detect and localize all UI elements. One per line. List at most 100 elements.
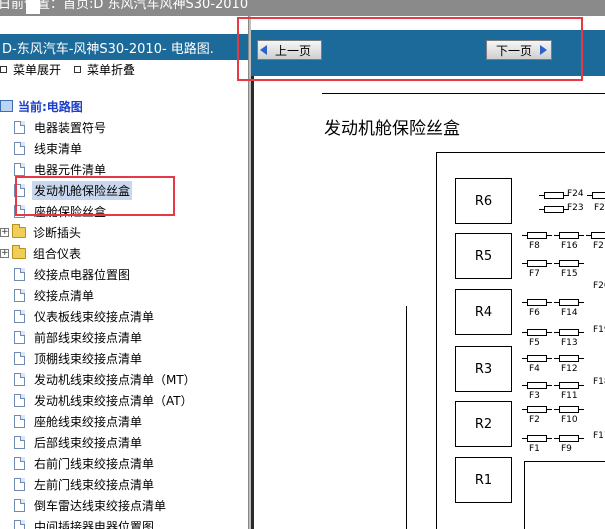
document-icon — [14, 162, 25, 176]
document-icon — [14, 330, 25, 344]
document-icon — [14, 372, 25, 386]
fuse-label: F22 — [594, 203, 605, 213]
tree-item-label: 绞接点电器位置图 — [34, 267, 131, 282]
relay-r5: R5 — [455, 233, 512, 279]
content-pane: 上一页 下一页 发动机舱保险丝盒 R6 R5 R4 R3 R2 R1 F24 F… — [251, 16, 605, 529]
document-icon — [14, 309, 25, 323]
tree-folder[interactable]: + 组合仪表 — [0, 243, 83, 263]
fuse-label: F12 — [561, 364, 578, 374]
document-view: 发动机舱保险丝盒 R6 R5 R4 R3 R2 R1 F24 F23 F22 F… — [251, 76, 605, 529]
tree-item-label: 发动机线束绞接点清单（MT） — [34, 372, 196, 387]
fuse-label: F5 — [529, 338, 540, 348]
fuse-label: F19 — [593, 325, 605, 335]
tree-item[interactable]: 发动机线束绞接点清单（AT） — [14, 390, 195, 410]
fuse-label: F16 — [561, 241, 578, 251]
fuse-label: F24 — [567, 189, 584, 199]
tree-item-label: 右前门线束绞接点清单 — [34, 456, 155, 471]
tree-item-label: 当前:电路图 — [18, 99, 83, 114]
fuse-label: F2 — [593, 241, 604, 251]
fuse-label: F1 — [529, 444, 540, 454]
menu-expand-label: 菜单展开 — [13, 63, 62, 77]
tree-item[interactable]: 倒车雷达线束绞接点清单 — [14, 495, 168, 515]
fuse-label: F13 — [561, 338, 578, 348]
fuse-label: F9 — [561, 444, 572, 454]
tree-item[interactable]: 右前门线束绞接点清单 — [14, 453, 156, 473]
annotation-box-nav — [237, 17, 583, 81]
fuse-label: F7 — [529, 269, 540, 279]
tree-item-label: 线束清单 — [34, 141, 83, 156]
fuse-symbol — [554, 435, 584, 442]
fuse-symbol — [554, 260, 584, 267]
tree-item-label: 倒车雷达线束绞接点清单 — [34, 498, 167, 513]
fuse-symbol — [554, 406, 584, 413]
tree-item[interactable]: 前部线束绞接点清单 — [14, 327, 144, 347]
expand-plus-icon[interactable]: + — [0, 248, 9, 258]
tree-item[interactable]: 线束清单 — [14, 138, 84, 158]
tree-item[interactable]: 绞接点清单 — [14, 285, 96, 305]
tree-item-label: 左前门线束绞接点清单 — [34, 477, 155, 492]
tree-item-label: 仪表板线束绞接点清单 — [34, 309, 155, 324]
tree-folder[interactable]: + 诊断插头 — [0, 222, 83, 242]
doc-title: 发动机舱保险丝盒 — [324, 119, 460, 139]
document-icon — [14, 288, 25, 302]
folder-icon — [12, 223, 26, 238]
relay-r3: R3 — [455, 346, 512, 392]
tree-item[interactable]: 电器装置符号 — [14, 117, 108, 137]
fuse-symbol — [522, 435, 552, 442]
menu-expand-button[interactable]: 菜单展开 — [0, 61, 61, 78]
relay-r1: R1 — [455, 457, 512, 503]
expand-plus-icon[interactable]: + — [0, 227, 9, 237]
tree-item[interactable]: 仪表板线束绞接点清单 — [14, 306, 156, 326]
fuse-label: F18 — [593, 377, 605, 387]
tree-item-label: 顶棚线束绞接点清单 — [34, 351, 143, 366]
fuse-symbol — [554, 299, 584, 306]
document-icon — [14, 141, 25, 155]
tree-item[interactable]: 座舱线束绞接点清单 — [14, 411, 144, 431]
document-icon — [14, 351, 25, 365]
tree-root[interactable]: 当前:电路图 — [0, 96, 85, 116]
fuse-symbol — [522, 329, 552, 336]
title-marker-icon — [26, 0, 40, 14]
tree-item[interactable]: 发动机线束绞接点清单（MT） — [14, 369, 198, 389]
relay-r2: R2 — [455, 401, 512, 447]
fuse-label: F6 — [529, 308, 540, 318]
tree-item-label: 中间插接器电器位置图 — [34, 519, 155, 529]
tree-item-label: 前部线束绞接点清单 — [34, 330, 143, 345]
fuse-label: F11 — [561, 391, 578, 401]
tree-item[interactable]: 中间插接器电器位置图 — [14, 516, 156, 529]
document-icon — [14, 519, 25, 529]
fuse-label: F8 — [529, 241, 540, 251]
fuse-label: F23 — [567, 203, 584, 213]
tree-item[interactable]: 左前门线束绞接点清单 — [14, 474, 156, 494]
fuse-label: F14 — [561, 308, 578, 318]
tree-item-label: 座舱线束绞接点清单 — [34, 414, 143, 429]
fuse-symbol — [522, 406, 552, 413]
expand-square-icon — [0, 66, 7, 73]
annotation-box-item — [15, 176, 175, 216]
menu-bar: 菜单展开 菜单折叠 — [0, 61, 248, 81]
tree-item-label: 绞接点清单 — [34, 288, 95, 303]
document-icon — [14, 393, 25, 407]
fuse-symbol — [522, 382, 552, 389]
tree-item[interactable]: 顶棚线束绞接点清单 — [14, 348, 144, 368]
relay-r4: R4 — [455, 289, 512, 335]
document-icon — [14, 477, 25, 491]
tree-item-label: 发动机线束绞接点清单（AT） — [34, 393, 193, 408]
tree-item-label: 电器装置符号 — [34, 120, 107, 135]
tree-item[interactable]: 绞接点电器位置图 — [14, 264, 132, 284]
fuse-symbol — [539, 192, 569, 199]
folder-icon — [12, 244, 26, 259]
fuse-label: F15 — [561, 269, 578, 279]
window-title-bar: 日前位置：首页:D 东风汽车风神S30-2010 — [0, 0, 605, 16]
fuse-label: F20 — [593, 281, 605, 291]
fuse-symbol — [587, 192, 605, 199]
menu-collapse-label: 菜单折叠 — [87, 63, 136, 77]
fuse-label: F10 — [561, 415, 578, 425]
fuse-symbol — [554, 232, 584, 239]
menu-collapse-button[interactable]: 菜单折叠 — [74, 61, 135, 78]
tree-item[interactable]: 后部线束绞接点清单 — [14, 432, 144, 452]
fuse-label: F2 — [529, 415, 540, 425]
fuse-label: F17 — [593, 431, 605, 441]
document-icon — [14, 267, 25, 281]
tree-item-label: 组合仪表 — [33, 246, 82, 261]
